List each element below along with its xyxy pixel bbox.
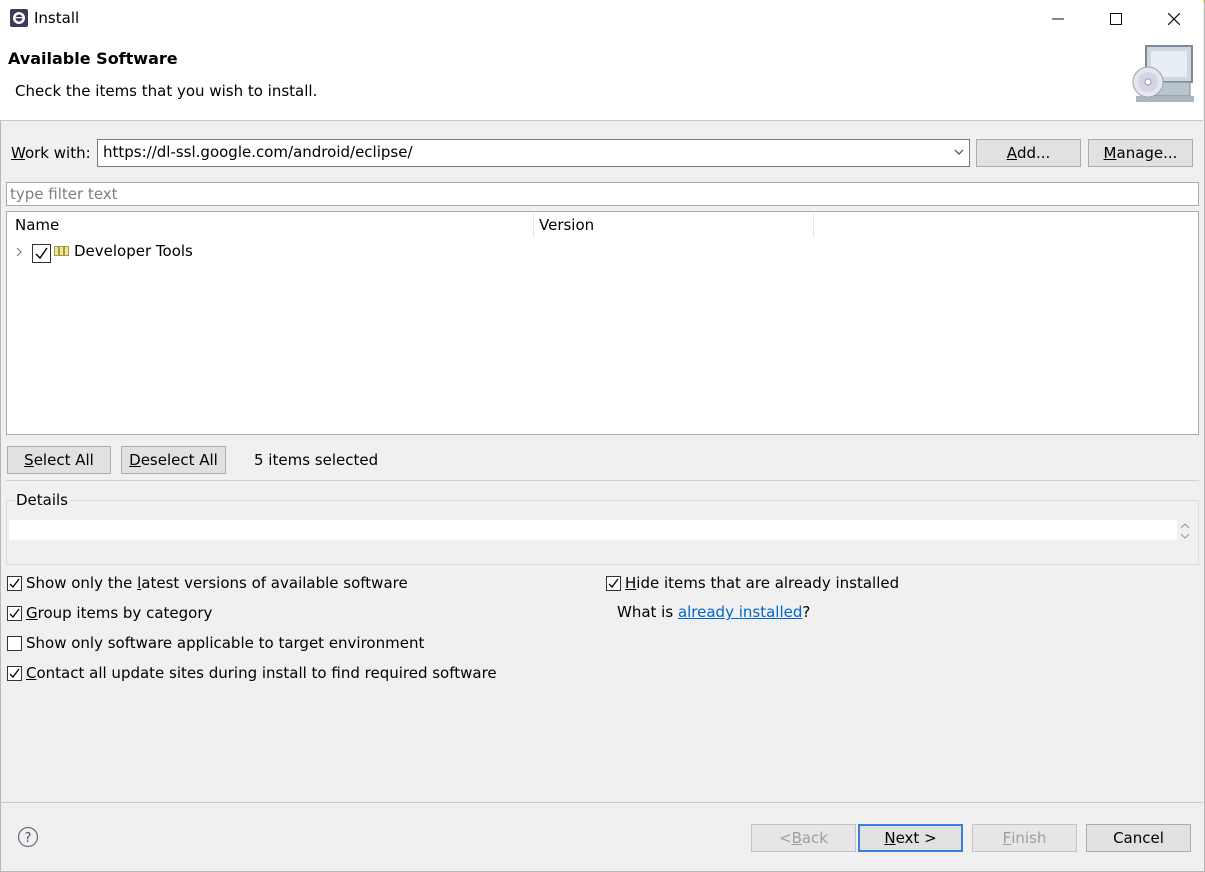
column-separator bbox=[533, 214, 534, 238]
already-installed-link[interactable]: already installed bbox=[678, 603, 802, 621]
work-with-value: https://dl-ssl.google.com/android/eclips… bbox=[103, 143, 413, 161]
deselect-all-button[interactable]: Deselect All bbox=[121, 446, 226, 474]
column-separator bbox=[813, 214, 814, 238]
what-is-installed: What is already installed? bbox=[617, 603, 811, 621]
group-by-category-checkbox[interactable] bbox=[7, 605, 22, 621]
page-description: Check the items that you wish to install… bbox=[15, 82, 318, 100]
separator bbox=[6, 480, 1199, 481]
work-with-combo[interactable]: https://dl-ssl.google.com/android/eclips… bbox=[97, 139, 970, 167]
tree-item-label: Developer Tools bbox=[74, 242, 193, 260]
group-by-category-label: Group items by category bbox=[26, 604, 213, 622]
column-header-name[interactable]: Name bbox=[15, 216, 59, 234]
manage-button[interactable]: Manage... bbox=[1088, 139, 1193, 167]
option-group-by-category[interactable]: Group items by category bbox=[7, 604, 212, 622]
checkmark-icon bbox=[9, 668, 20, 678]
chevron-right-icon[interactable] bbox=[15, 247, 23, 257]
footer-separator bbox=[0, 802, 1203, 803]
details-label: Details bbox=[15, 491, 70, 509]
latest-versions-checkbox[interactable] bbox=[7, 575, 22, 591]
option-target-environment[interactable]: Show only software applicable to target … bbox=[7, 634, 424, 652]
minimize-icon bbox=[1052, 18, 1064, 20]
cancel-button[interactable]: Cancel bbox=[1086, 824, 1191, 852]
latest-versions-label: Show only the latest versions of availab… bbox=[26, 574, 408, 592]
developer-tools-checkbox[interactable] bbox=[32, 244, 51, 263]
category-icon bbox=[54, 246, 69, 256]
filter-input[interactable]: type filter text bbox=[6, 182, 1199, 206]
install-dialog bbox=[0, 0, 1205, 872]
hide-installed-checkbox[interactable] bbox=[606, 575, 621, 591]
work-with-label: Work with: bbox=[11, 144, 91, 162]
checkmark-icon bbox=[9, 578, 20, 588]
hide-installed-label: Hide items that are already installed bbox=[625, 574, 900, 592]
next-button[interactable]: Next > bbox=[858, 824, 963, 852]
page-title: Available Software bbox=[8, 49, 178, 68]
column-header-version[interactable]: Version bbox=[539, 216, 594, 234]
option-hide-installed[interactable]: Hide items that are already installed bbox=[606, 574, 899, 592]
help-icon[interactable]: ? bbox=[17, 826, 39, 848]
install-banner-icon bbox=[1132, 45, 1194, 102]
add-button[interactable]: Add... bbox=[976, 139, 1081, 167]
eclipse-app-icon bbox=[10, 9, 28, 27]
checkmark-icon bbox=[35, 247, 48, 260]
close-icon bbox=[1168, 13, 1180, 25]
finish-button[interactable]: Finish bbox=[972, 824, 1077, 852]
title-bar: Install bbox=[0, 0, 1203, 38]
checkmark-icon bbox=[608, 578, 619, 588]
contact-update-sites-checkbox[interactable] bbox=[7, 665, 22, 681]
window-title: Install bbox=[34, 9, 80, 27]
contact-update-sites-label: Contact all update sites during install … bbox=[26, 664, 497, 682]
scroll-arrows-icon[interactable] bbox=[1179, 522, 1191, 540]
details-text-area[interactable] bbox=[9, 520, 1177, 540]
software-tree[interactable]: Name Version Developer Tools bbox=[6, 211, 1199, 435]
option-latest-versions[interactable]: Show only the latest versions of availab… bbox=[7, 574, 408, 592]
svg-text:?: ? bbox=[25, 831, 32, 846]
checkmark-icon bbox=[9, 608, 20, 618]
selection-status: 5 items selected bbox=[254, 451, 379, 469]
tree-row[interactable]: Developer Tools bbox=[7, 240, 1197, 264]
maximize-icon bbox=[1110, 13, 1122, 25]
select-all-button[interactable]: Select All bbox=[7, 446, 111, 474]
target-environment-label: Show only software applicable to target … bbox=[26, 634, 425, 652]
wizard-header: Available Software Check the items that … bbox=[0, 38, 1203, 121]
maximize-button[interactable] bbox=[1087, 0, 1145, 38]
close-button[interactable] bbox=[1145, 0, 1203, 38]
target-environment-checkbox[interactable] bbox=[7, 635, 22, 651]
minimize-button[interactable] bbox=[1029, 0, 1087, 38]
option-contact-update-sites[interactable]: Contact all update sites during install … bbox=[7, 664, 497, 682]
back-button[interactable]: < Back bbox=[751, 824, 856, 852]
filter-placeholder: type filter text bbox=[10, 185, 118, 203]
chevron-down-icon bbox=[954, 149, 964, 155]
